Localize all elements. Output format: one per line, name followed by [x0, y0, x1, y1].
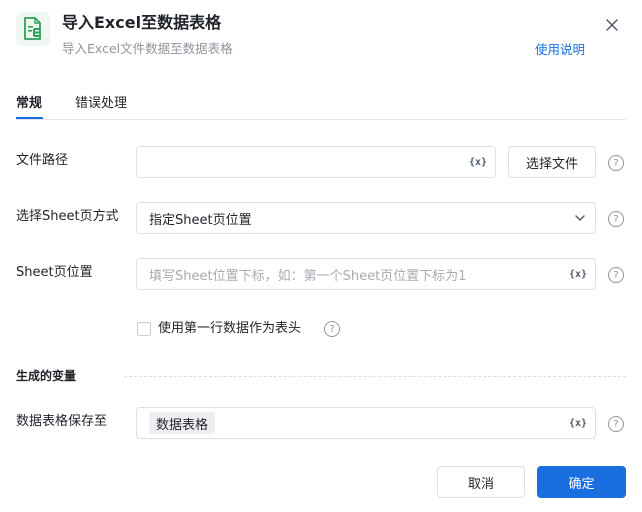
file-path-label: 文件路径: [16, 153, 69, 168]
dialog-subtitle: 导入Excel文件数据至数据表格: [62, 41, 233, 56]
file-path-input[interactable]: {x}: [136, 146, 496, 178]
cancel-button[interactable]: 取消: [437, 466, 525, 498]
sheet-mode-label: 选择Sheet页方式: [16, 209, 119, 224]
sheet-mode-select[interactable]: 指定Sheet页位置: [136, 202, 596, 234]
help-icon[interactable]: ?: [608, 416, 624, 432]
sheet-position-input[interactable]: 填写Sheet位置下标，如：第一个Sheet页位置下标为1 {x}: [136, 258, 596, 290]
first-row-header-label: 使用第一行数据作为表头: [158, 321, 302, 336]
first-row-header-checkbox[interactable]: [137, 322, 151, 336]
sheet-position-placeholder: 填写Sheet位置下标，如：第一个Sheet页位置下标为1: [149, 268, 467, 284]
help-icon[interactable]: ?: [324, 321, 340, 337]
save-to-input[interactable]: 数据表格 {x}: [136, 407, 596, 439]
confirm-button[interactable]: 确定: [537, 466, 626, 498]
help-icon[interactable]: ?: [608, 155, 624, 171]
variable-icon[interactable]: {x}: [569, 269, 587, 280]
sheet-position-label: Sheet页位置: [16, 265, 93, 280]
tab-error-handling[interactable]: 错误处理: [75, 95, 127, 113]
excel-file-icon: [16, 12, 50, 46]
chevron-down-icon: [575, 213, 585, 223]
close-icon[interactable]: [602, 15, 622, 35]
help-icon[interactable]: ?: [608, 267, 624, 283]
dialog-title: 导入Excel至数据表格: [62, 13, 222, 32]
tab-general[interactable]: 常规: [16, 95, 42, 113]
save-to-label: 数据表格保存至: [16, 414, 108, 429]
tab-divider: [16, 119, 626, 120]
output-section-title: 生成的变量: [16, 369, 77, 383]
variable-tag[interactable]: 数据表格: [149, 412, 216, 434]
help-icon[interactable]: ?: [608, 211, 624, 227]
section-divider: [124, 376, 626, 377]
help-link[interactable]: 使用说明: [535, 41, 585, 59]
variable-icon[interactable]: {x}: [569, 418, 587, 429]
select-file-button[interactable]: 选择文件: [508, 146, 596, 178]
sheet-mode-value: 指定Sheet页位置: [149, 212, 252, 228]
variable-icon[interactable]: {x}: [469, 157, 487, 168]
